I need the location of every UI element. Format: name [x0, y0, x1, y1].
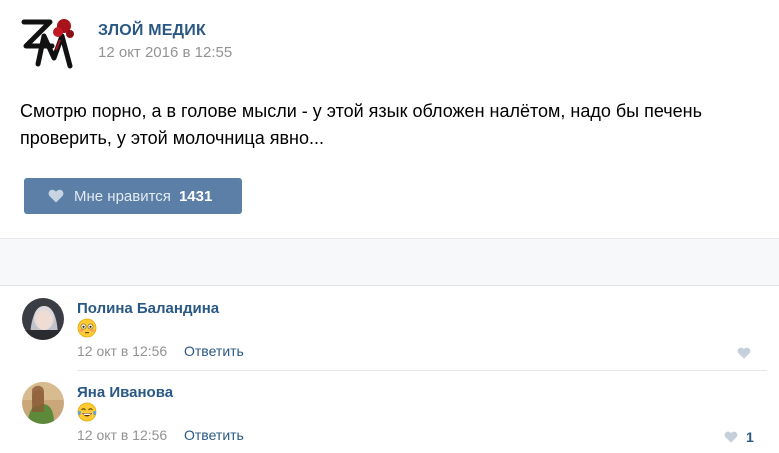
- avatar[interactable]: [22, 298, 64, 340]
- avatar[interactable]: [22, 382, 64, 424]
- comments-header-band: [0, 239, 779, 285]
- divider: [0, 285, 779, 286]
- post-date[interactable]: 12 окт 2016 в 12:55: [98, 44, 232, 61]
- heart-icon: [737, 347, 751, 359]
- like-button[interactable]: Мне нравится 1431: [24, 178, 242, 214]
- comment-like-button[interactable]: 1: [724, 429, 754, 445]
- reply-link[interactable]: Ответить: [184, 427, 244, 443]
- heart-icon: [724, 431, 738, 443]
- heart-icon: [48, 189, 64, 203]
- like-count: 1431: [178, 187, 213, 205]
- post-text: Смотрю порно, а в голове мысли - у этой …: [20, 101, 702, 148]
- post-card: ЗЛОЙ МЕДИК 12 окт 2016 в 12:55 Смотрю по…: [0, 0, 779, 238]
- comment-item: Полина Баландина 12 окт в 12:56 Ответить: [0, 290, 779, 374]
- post-author-link[interactable]: ЗЛОЙ МЕДИК: [98, 22, 206, 40]
- comment-item: Яна Иванова 12 окт в 12:56 Ответить 1: [0, 374, 779, 453]
- divider: [77, 370, 767, 371]
- comment-like-button[interactable]: [737, 345, 759, 361]
- comment-date[interactable]: 12 окт в 12:56: [77, 343, 167, 359]
- tears-of-joy-emoji: [77, 402, 97, 422]
- zm-logo-icon[interactable]: [20, 14, 78, 70]
- like-label: Мне нравится: [74, 187, 171, 205]
- reply-link[interactable]: Ответить: [184, 343, 244, 359]
- comment-author-link[interactable]: Яна Иванова: [77, 384, 173, 401]
- comment-author-link[interactable]: Полина Баландина: [77, 300, 219, 317]
- flushed-face-emoji: [77, 318, 97, 338]
- comment-date[interactable]: 12 окт в 12:56: [77, 427, 167, 443]
- comment-like-count: 1: [746, 429, 754, 445]
